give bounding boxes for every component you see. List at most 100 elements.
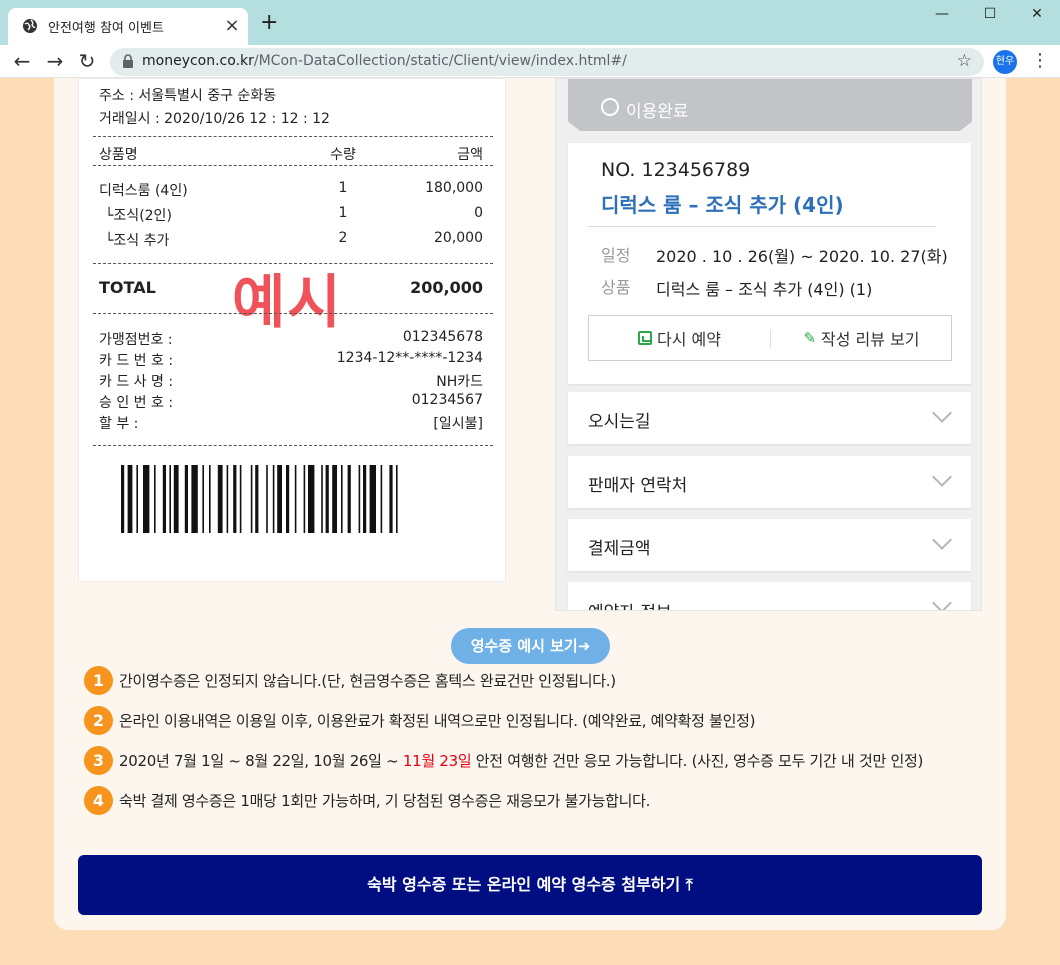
card-info-label: 카 드 번 호 : (99, 353, 174, 369)
receipt-item-name: └조식(2인) (105, 208, 172, 224)
receipt-divider (93, 445, 493, 446)
receipt-total-label: TOTAL (99, 278, 156, 297)
maximize-button[interactable]: ☐ (975, 6, 1005, 22)
note-number-badge: 1 (84, 665, 113, 695)
receipt-item-qty: 1 (338, 205, 348, 221)
receipt-item-amount: 0 (474, 205, 483, 221)
chevron-down-icon (932, 593, 952, 610)
rebook-label: 다시 예약 (657, 330, 721, 349)
tab-close-icon[interactable]: × (222, 15, 242, 36)
receipt-item-qty: 2 (338, 230, 348, 246)
note-number-badge: 3 (84, 745, 113, 775)
action-button-row: 다시 예약 ✎ 작성 리뷰 보기 (588, 315, 952, 361)
url-domain: moneycon.co.kr (142, 53, 254, 69)
check-circle-icon (601, 98, 619, 116)
receipt-item-amount: 20,000 (434, 230, 483, 246)
chevron-down-icon (932, 403, 952, 423)
url-text: moneycon.co.kr/MCon-DataCollection/stati… (142, 53, 627, 69)
note-text-part: 안전 여행한 건만 응모 가능합니다. (사진, 영수증 모두 기간 내 것만 … (471, 751, 924, 770)
note-item: 3 2020년 7월 1일 ~ 8월 22일, 10월 26일 ~ 11월 23… (84, 745, 923, 775)
browser-tab[interactable]: 안전여행 참여 이벤트 × (8, 8, 248, 45)
minimize-button[interactable]: — (927, 6, 957, 22)
card-info-value: 012345678 (402, 329, 483, 345)
note-number-badge: 4 (84, 785, 113, 815)
new-tab-button[interactable]: + (260, 12, 278, 34)
calendar-icon (638, 331, 653, 345)
receipt-header-qty: 수량 (330, 147, 356, 163)
note-text: 2020년 7월 1일 ~ 8월 22일, 10월 26일 ~ 11월 23일 … (119, 750, 923, 771)
receipt-image: 주소 : 서울특별시 중구 순화동 거래일시 : 2020/10/26 12 :… (78, 78, 506, 582)
note-highlight-date: 11월 23일 (402, 751, 472, 770)
card-info-label: 카 드 사 명 : (99, 374, 174, 390)
product-title[interactable]: 디럭스 룸 – 조식 추가 (4인) (601, 189, 844, 218)
receipt-item-amount: 180,000 (425, 180, 483, 196)
note-text: 온라인 이용내역은 이용일 이후, 이용완료가 확정된 내역으로만 인정됩니다.… (119, 711, 756, 730)
receipt-divider (93, 313, 493, 314)
profile-avatar[interactable]: 현우 (993, 50, 1017, 74)
order-number: NO. 123456789 (601, 159, 751, 181)
card-info-label: 할 부 : (99, 416, 139, 432)
receipt-item-qty: 1 (338, 180, 348, 196)
accordion-booker-info[interactable]: 예약자 정보 (568, 582, 971, 610)
usage-complete-label: 이용완료 (626, 102, 689, 122)
address-bar[interactable]: moneycon.co.kr/MCon-DataCollection/stati… (110, 48, 984, 76)
receipt-total-amount: 200,000 (410, 278, 483, 297)
browser-toolbar: ← → ↻ moneycon.co.kr/MCon-DataCollection… (0, 45, 1060, 78)
rebook-button[interactable]: 다시 예약 (589, 316, 770, 360)
receipt-divider (93, 165, 493, 166)
accordion-payment-amount[interactable]: 결제금액 (568, 519, 971, 571)
reload-icon[interactable]: ↻ (75, 49, 99, 73)
receipt-datetime: 거래일시 : 2020/10/26 12 : 12 : 12 (99, 111, 330, 127)
card-info-value: 1234-12**-****-1234 (336, 350, 483, 366)
card-info-value: NH카드 (436, 374, 483, 390)
product-value: 디럭스 룸 – 조식 추가 (4인) (1) (656, 280, 873, 299)
divider (588, 226, 936, 227)
lock-icon (123, 54, 133, 68)
view-receipt-example-button[interactable]: 영수증 예시 보기➜ (451, 628, 610, 664)
view-review-label: 작성 리뷰 보기 (821, 330, 920, 349)
card-info-label: 승 인 번 호 : (99, 395, 174, 411)
note-item: 1 간이영수증은 인정되지 않습니다.(단, 현금영수증은 홈텍스 완료건만 인… (84, 665, 616, 695)
tab-title: 안전여행 참여 이벤트 (48, 21, 164, 36)
forward-arrow-icon[interactable]: → (43, 49, 67, 73)
chevron-down-icon (932, 530, 952, 550)
product-label: 상품 (601, 278, 631, 297)
note-item: 4 숙박 결제 영수증은 1매당 1회만 가능하며, 기 당첨된 영수증은 재응… (84, 785, 650, 815)
card-info-value: [일시불] (433, 416, 483, 432)
usage-complete-tab: 이용완료 (568, 79, 972, 131)
accordion-label: 판매자 연락처 (588, 476, 688, 496)
menu-kebab-icon[interactable]: ⋮ (1030, 51, 1050, 71)
barcode-image (121, 465, 398, 533)
attach-receipt-button[interactable]: 숙박 영수증 또는 온라인 예약 영수증 첨부하기 ⤒ (78, 855, 982, 915)
globe-icon (23, 19, 37, 33)
accordion-seller-contact[interactable]: 판매자 연락처 (568, 456, 971, 508)
schedule-value: 2020 . 10 . 26(월) ~ 2020. 10. 27(화) (656, 247, 948, 266)
schedule-label: 일정 (601, 246, 631, 265)
back-arrow-icon[interactable]: ← (10, 49, 34, 73)
receipt-divider (93, 136, 493, 137)
receipt-header-name: 상품명 (99, 147, 138, 163)
receipt-item-name: 디럭스룸 (4인) (99, 183, 188, 199)
note-number-badge: 2 (84, 705, 113, 735)
note-text: 숙박 결제 영수증은 1매당 1회만 가능하며, 기 당첨된 영수증은 재응모가… (119, 791, 651, 810)
view-review-button[interactable]: ✎ 작성 리뷰 보기 (771, 316, 952, 360)
accordion-directions[interactable]: 오시는길 (568, 392, 971, 444)
card-info-value: 01234567 (411, 392, 483, 408)
receipt-address: 주소 : 서울특별시 중구 순화동 (99, 88, 277, 104)
url-path: /MCon-DataCollection/static/Client/view/… (253, 53, 627, 69)
reservation-panel: 이용완료 NO. 123456789 디럭스 룸 – 조식 추가 (4인) 일정… (555, 78, 982, 611)
receipt-item-name: └조식 추가 (105, 233, 170, 249)
note-text: 간이영수증은 인정되지 않습니다.(단, 현금영수증은 홈텍스 완료건만 인정됩… (119, 671, 616, 690)
note-text-part: 2020년 7월 1일 ~ 8월 22일, 10월 26일 ~ (119, 751, 403, 770)
note-item: 2 온라인 이용내역은 이용일 이후, 이용완료가 확정된 내역으로만 인정됩니… (84, 705, 756, 735)
accordion-label: 결제금액 (588, 539, 651, 559)
chevron-down-icon (932, 467, 952, 487)
bookmark-star-icon[interactable]: ☆ (957, 51, 972, 71)
accordion-label: 오시는길 (588, 412, 651, 432)
pencil-icon: ✎ (803, 329, 817, 347)
reservation-card: NO. 123456789 디럭스 룸 – 조식 추가 (4인) 일정 2020… (568, 143, 971, 384)
window-close-button[interactable]: ✕ (1022, 6, 1052, 22)
accordion-label: 예약자 정보 (588, 598, 672, 610)
card-info-label: 가맹점번호 : (99, 332, 173, 348)
browser-titlebar: 안전여행 참여 이벤트 × + — ☐ ✕ (0, 0, 1060, 45)
